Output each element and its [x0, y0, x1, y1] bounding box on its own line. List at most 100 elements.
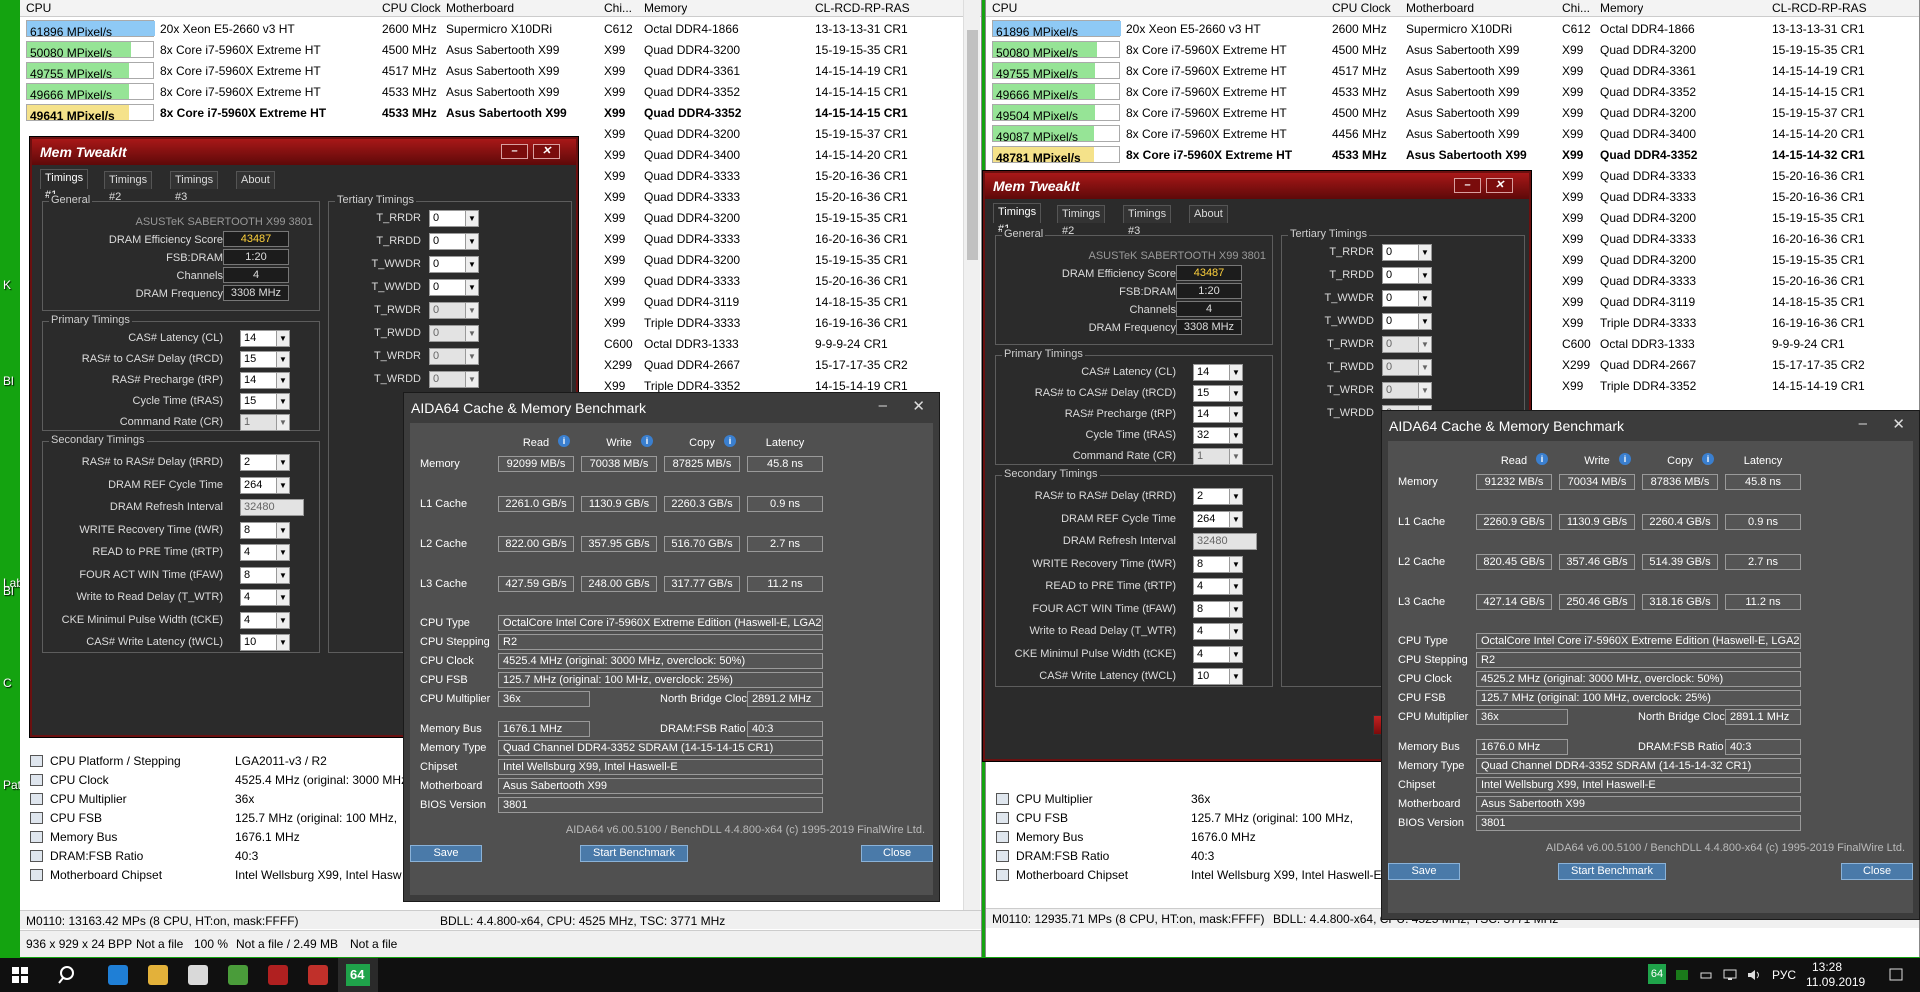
vertical-scrollbar[interactable]: [963, 0, 980, 912]
timing-combo[interactable]: 0▼: [429, 348, 479, 365]
timing-combo[interactable]: 8 ▼: [1193, 555, 1243, 573]
minimize-icon[interactable]: –: [879, 397, 887, 414]
dropdown-arrow-icon[interactable]: ▼: [276, 567, 289, 583]
close-icon[interactable]: ✕: [1892, 415, 1905, 433]
start-benchmark-button[interactable]: Start Benchmark: [1558, 863, 1666, 880]
dropdown-arrow-icon[interactable]: ▼: [465, 280, 478, 295]
timing-combo[interactable]: 14 ▼: [1193, 364, 1243, 381]
timing-combo[interactable]: 14 ▼: [1193, 406, 1243, 423]
dropdown-arrow-icon[interactable]: ▼: [276, 455, 289, 470]
scrollbar-thumb[interactable]: [967, 30, 978, 260]
dropdown-arrow-icon[interactable]: ▼: [276, 394, 289, 409]
result-row[interactable]: 49641 MPixel/s 8x Core i7-5960X Extreme H…: [20, 102, 981, 123]
tab-4[interactable]: About: [236, 171, 275, 189]
gpu-tray-icon[interactable]: [1674, 967, 1690, 983]
timing-combo[interactable]: 32 ▼: [1193, 427, 1243, 444]
save-button[interactable]: Save: [1388, 863, 1460, 880]
dropdown-arrow-icon[interactable]: ▼: [1229, 428, 1242, 443]
close-button[interactable]: ✕: [533, 144, 560, 159]
dropdown-arrow-icon[interactable]: ▼: [1229, 669, 1242, 684]
minimize-button[interactable]: –: [1454, 178, 1481, 193]
aida64-tray-badge[interactable]: 64: [1648, 964, 1666, 984]
timing-combo[interactable]: 15 ▼: [1193, 385, 1243, 402]
info-icon[interactable]: i: [1702, 453, 1714, 465]
clock-time[interactable]: 13:28: [1812, 960, 1842, 974]
timing-combo[interactable]: 0▼: [1382, 336, 1432, 353]
info-icon[interactable]: i: [724, 435, 736, 447]
volume-icon[interactable]: [1746, 967, 1762, 983]
timing-combo[interactable]: 4 ▼: [240, 544, 290, 561]
dropdown-arrow-icon[interactable]: ▼: [276, 415, 289, 430]
timing-combo[interactable]: 4 ▼: [1193, 623, 1243, 640]
result-row[interactable]: 50080 MPixel/s 8x Core i7-5960X Extreme H…: [986, 39, 1919, 60]
timing-combo[interactable]: 32480: [1193, 533, 1257, 550]
dropdown-arrow-icon[interactable]: ▼: [465, 257, 478, 272]
close-icon[interactable]: ✕: [912, 397, 925, 415]
windows-start-icon[interactable]: [0, 958, 40, 992]
column-header-chipset[interactable]: Chi...: [604, 1, 632, 15]
timing-combo[interactable]: 0▼: [429, 302, 479, 319]
dropdown-arrow-icon[interactable]: ▼: [1418, 314, 1431, 329]
close-button[interactable]: ✕: [1486, 178, 1513, 193]
title-bar[interactable]: AIDA64 Cache & Memory Benchmark – ✕: [1382, 411, 1919, 441]
dropdown-arrow-icon[interactable]: ▼: [465, 326, 478, 341]
info-icon[interactable]: i: [558, 435, 570, 447]
info-icon[interactable]: i: [1536, 453, 1548, 465]
dropdown-arrow-icon[interactable]: ▼: [1229, 365, 1242, 380]
dropdown-arrow-icon[interactable]: ▼: [276, 590, 289, 605]
aida64-icon[interactable]: 64: [338, 958, 378, 992]
dropdown-arrow-icon[interactable]: ▼: [1229, 601, 1242, 617]
dropdown-arrow-icon[interactable]: ▼: [1418, 268, 1431, 283]
title-bar[interactable]: Mem TweakIt – ✕: [32, 139, 576, 165]
dropdown-arrow-icon[interactable]: ▼: [1418, 383, 1431, 398]
aida-icon[interactable]: [298, 958, 338, 992]
dropdown-arrow-icon[interactable]: ▼: [1418, 360, 1431, 375]
column-header-memory[interactable]: Memory: [1600, 1, 1643, 15]
usb-tray-icon[interactable]: [1698, 967, 1714, 983]
tab-3[interactable]: Timings #3: [170, 171, 219, 203]
dropdown-arrow-icon[interactable]: ▼: [465, 211, 478, 226]
timing-combo[interactable]: 15 ▼: [240, 393, 290, 410]
column-header-motherboard[interactable]: Motherboard: [1406, 1, 1474, 15]
dropdown-arrow-icon[interactable]: ▼: [1229, 624, 1242, 639]
column-header-cpu-clock[interactable]: CPU Clock: [1332, 1, 1391, 15]
language-indicator[interactable]: РУС: [1772, 968, 1796, 982]
timing-combo[interactable]: 8 ▼: [240, 521, 290, 539]
column-header-cpu-clock[interactable]: CPU Clock: [382, 1, 441, 15]
dropdown-arrow-icon[interactable]: ▼: [276, 373, 289, 388]
timing-combo[interactable]: 4 ▼: [240, 589, 290, 606]
dropdown-arrow-icon[interactable]: ▼: [276, 477, 289, 493]
desktop-icon-label[interactable]: K: [3, 278, 11, 292]
close-button[interactable]: Close: [1841, 863, 1913, 880]
timing-combo[interactable]: 15 ▼: [240, 351, 290, 368]
dropdown-arrow-icon[interactable]: ▼: [1418, 245, 1431, 260]
title-bar[interactable]: AIDA64 Cache & Memory Benchmark – ✕: [404, 393, 939, 423]
tab-1[interactable]: Timings #1: [993, 203, 1042, 235]
file-explorer-icon[interactable]: [138, 958, 178, 992]
dropdown-arrow-icon[interactable]: ▼: [465, 303, 478, 318]
desktop-icon-label[interactable]: Bl: [3, 584, 14, 598]
dropdown-arrow-icon[interactable]: ▼: [276, 331, 289, 346]
timing-combo[interactable]: 1 ▼: [240, 414, 290, 431]
edge-browser-icon[interactable]: [98, 958, 138, 992]
close-button[interactable]: Close: [861, 845, 933, 862]
dropdown-arrow-icon[interactable]: ▼: [1418, 337, 1431, 352]
timing-combo[interactable]: 0▼: [1382, 313, 1432, 330]
result-row[interactable]: 61896 MPixel/s 20x Xeon E5-2660 v3 HT 2600…: [20, 18, 981, 39]
result-row[interactable]: 49755 MPixel/s 8x Core i7-5960X Extreme H…: [20, 60, 981, 81]
minimize-button[interactable]: –: [501, 144, 528, 159]
dropdown-arrow-icon[interactable]: ▼: [276, 612, 289, 628]
dropdown-arrow-icon[interactable]: ▼: [1229, 511, 1242, 527]
dropdown-arrow-icon[interactable]: ▼: [1418, 291, 1431, 306]
column-header-timings[interactable]: CL-RCD-RP-RAS: [815, 1, 910, 15]
timing-combo[interactable]: 0▼: [1382, 382, 1432, 399]
timing-combo[interactable]: 0▼: [1382, 359, 1432, 376]
timing-combo[interactable]: 0▼: [429, 325, 479, 342]
result-row[interactable]: 48781 MPixel/s 8x Core i7-5960X Extreme H…: [986, 144, 1919, 165]
dropdown-arrow-icon[interactable]: ▼: [465, 234, 478, 249]
timing-combo[interactable]: 14 ▼: [240, 330, 290, 347]
timing-combo[interactable]: 8 ▼: [1193, 600, 1243, 618]
desktop-icon-label[interactable]: Bl: [3, 374, 14, 388]
timing-combo[interactable]: 264 ▼: [240, 476, 290, 494]
clock-date[interactable]: 11.09.2019: [1806, 975, 1865, 989]
